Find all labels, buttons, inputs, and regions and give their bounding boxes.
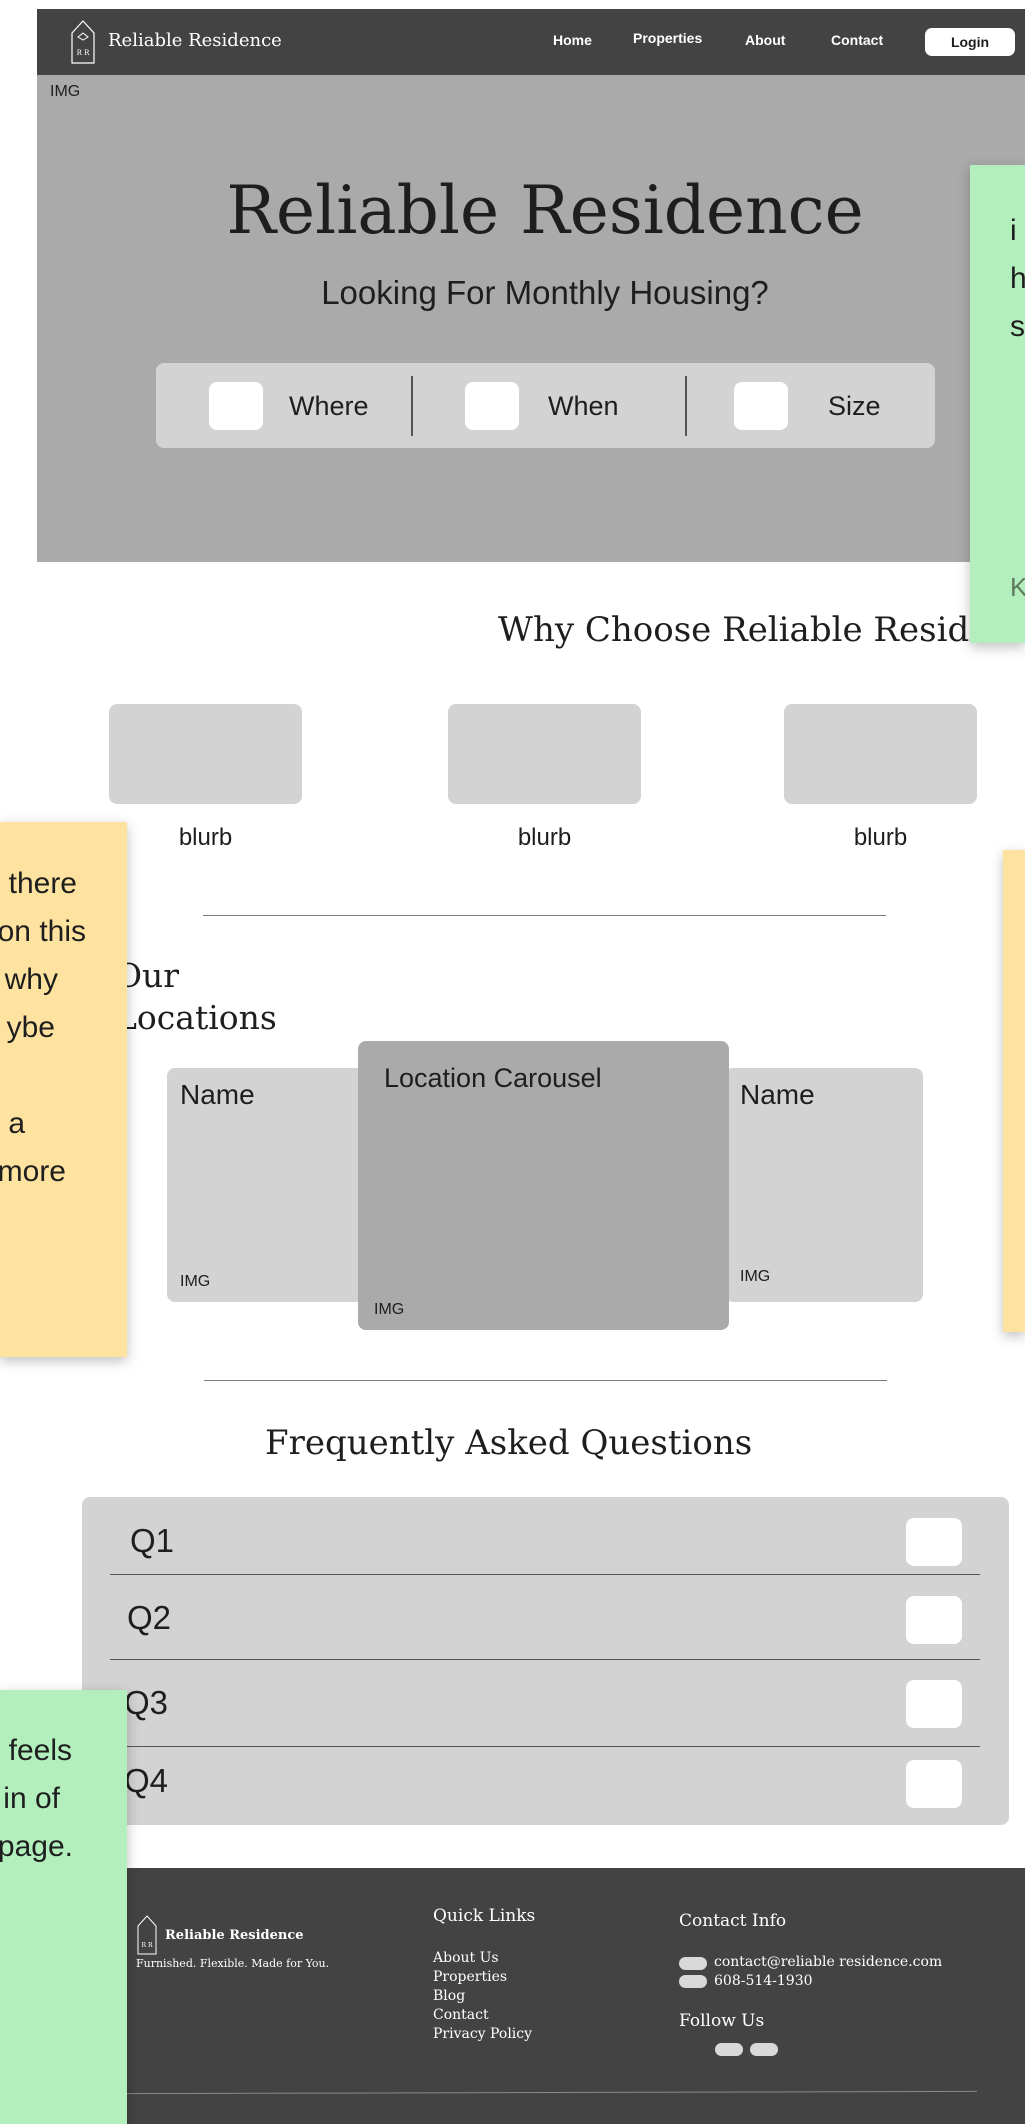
- login-button[interactable]: Login: [925, 28, 1015, 56]
- faq-expand-button[interactable]: [906, 1760, 962, 1808]
- sticky-note-text: h: [1010, 262, 1025, 295]
- search-when-label[interactable]: When: [548, 391, 619, 422]
- sticky-note-text: on this: [0, 915, 86, 948]
- search-where-label[interactable]: Where: [289, 391, 369, 422]
- nav-about-link[interactable]: About: [745, 32, 785, 48]
- search-divider: [411, 376, 413, 436]
- location-carousel-title: Location Carousel: [384, 1063, 602, 1093]
- faq-question[interactable]: Q3: [124, 1684, 168, 1722]
- blurb-text: blurb: [853, 824, 908, 851]
- location-image-placeholder: IMG: [374, 1301, 405, 1318]
- hero-title: Reliable Residence: [226, 172, 864, 249]
- hero-subtitle: Looking For Monthly Housing?: [321, 274, 769, 311]
- blurb-image-placeholder: [448, 704, 641, 804]
- email-icon: [679, 1957, 707, 1970]
- locations-title-line: Our: [115, 956, 180, 995]
- nav-home-link[interactable]: Home: [553, 32, 592, 48]
- search-divider: [685, 376, 687, 436]
- sticky-note-text: ybe: [6, 1011, 55, 1044]
- sticky-note-text: i: [1010, 214, 1017, 247]
- quick-links-list: About Us Properties Blog Contact Privacy…: [433, 1949, 532, 2044]
- house-logo-icon: R R: [71, 20, 95, 64]
- sticky-note-text: why: [4, 963, 58, 996]
- sticky-note-text: page.: [0, 1830, 73, 1863]
- blurb-text: blurb: [178, 824, 233, 851]
- sticky-note: feels in of page.: [0, 1690, 127, 2124]
- phone-icon: [679, 1975, 707, 1988]
- follow-us-title: Follow Us: [679, 2011, 765, 2031]
- footer-link-contact[interactable]: Contact: [433, 2006, 532, 2025]
- faq-divider: [110, 1574, 980, 1575]
- footer-link-about[interactable]: About Us: [433, 1949, 532, 1968]
- faq-question[interactable]: Q1: [130, 1522, 174, 1560]
- social-icon[interactable]: [715, 2043, 743, 2056]
- location-image-placeholder: IMG: [180, 1273, 211, 1290]
- locations-title: Our Locations: [115, 955, 277, 1039]
- size-checkbox[interactable]: [734, 382, 788, 430]
- sticky-note: there on this why ybe a more: [0, 822, 127, 1357]
- footer-tagline: Furnished. Flexible. Made for You.: [136, 1957, 330, 1970]
- house-logo-icon: R R: [137, 1915, 157, 1955]
- faq-expand-button[interactable]: [906, 1518, 962, 1566]
- blurb-image-placeholder: [109, 704, 302, 804]
- hero-image-placeholder: IMG: [50, 83, 81, 100]
- social-icon[interactable]: [750, 2043, 778, 2056]
- faq-divider: [110, 1659, 980, 1660]
- faq-panel: [82, 1497, 1009, 1825]
- contact-email[interactable]: contact@reliable residence.com: [714, 1954, 942, 1970]
- locations-title-line: Locations: [115, 998, 277, 1037]
- sticky-note-text: s: [1010, 310, 1025, 343]
- sticky-note-text: feels: [8, 1734, 72, 1767]
- footer-brand[interactable]: Reliable Residence: [165, 1928, 304, 1943]
- blurb-image-placeholder: [784, 704, 977, 804]
- footer-link-properties[interactable]: Properties: [433, 1968, 532, 1987]
- sticky-note-text: K: [1010, 572, 1025, 602]
- hero-banner: [37, 75, 1025, 562]
- sticky-note: i h s K: [970, 165, 1025, 643]
- faq-question[interactable]: Q4: [124, 1762, 168, 1800]
- faq-title: Frequently Asked Questions: [265, 1423, 753, 1463]
- why-section-title: Why Choose Reliable Residence: [498, 610, 1025, 650]
- svg-text:R R: R R: [142, 1942, 153, 1949]
- location-image-placeholder: IMG: [740, 1268, 771, 1285]
- sticky-note-text: in of: [3, 1782, 60, 1815]
- section-divider: [203, 915, 886, 916]
- faq-expand-button[interactable]: [906, 1596, 962, 1644]
- quick-links-title: Quick Links: [433, 1906, 536, 1926]
- faq-divider: [110, 1746, 980, 1747]
- footer-link-blog[interactable]: Blog: [433, 1987, 532, 2006]
- faq-expand-button[interactable]: [906, 1680, 962, 1728]
- location-name: Name: [180, 1079, 255, 1110]
- search-bar: [156, 363, 935, 448]
- where-checkbox[interactable]: [209, 382, 263, 430]
- search-size-label[interactable]: Size: [828, 391, 881, 422]
- sticky-note-text: a: [8, 1107, 25, 1140]
- nav-properties-link[interactable]: Properties: [633, 30, 702, 46]
- when-checkbox[interactable]: [465, 382, 519, 430]
- nav-contact-link[interactable]: Contact: [831, 32, 883, 48]
- svg-text:R R: R R: [77, 49, 90, 57]
- section-divider: [204, 1380, 887, 1381]
- faq-question[interactable]: Q2: [127, 1599, 171, 1637]
- contact-info-title: Contact Info: [679, 1911, 787, 1931]
- brand-name[interactable]: Reliable Residence: [108, 30, 282, 51]
- sticky-note: [1003, 850, 1025, 1332]
- contact-phone[interactable]: 608-514-1930: [714, 1973, 813, 1989]
- location-name: Name: [740, 1079, 815, 1110]
- sticky-note-text: more: [0, 1155, 66, 1188]
- blurb-text: blurb: [517, 824, 572, 851]
- footer-link-privacy[interactable]: Privacy Policy: [433, 2025, 532, 2044]
- sticky-note-text: there: [8, 867, 77, 900]
